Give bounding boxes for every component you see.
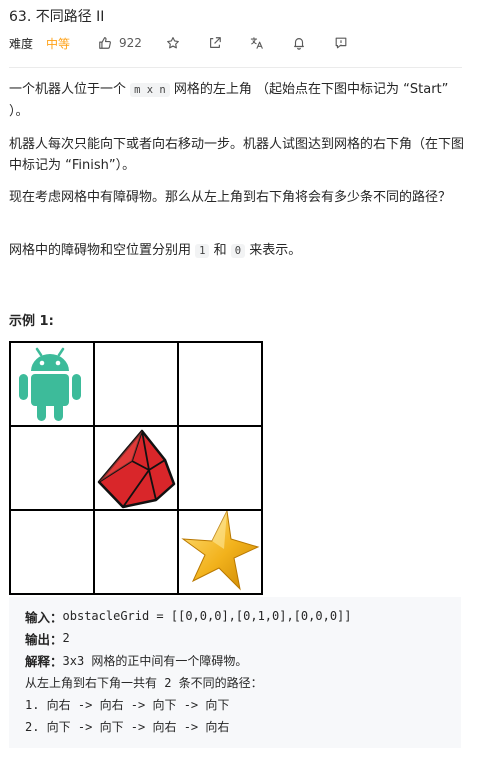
- finish-star-icon: [179, 509, 263, 595]
- input-value: obstacleGrid = [[0,0,0],[0,1,0],[0,0,0]]: [62, 609, 352, 623]
- example-path-2: 2. 向下 -> 向下 -> 向右 -> 向右: [25, 719, 230, 734]
- output-label: 输出：: [25, 631, 63, 647]
- example-output-line: 输出： 2: [25, 628, 70, 648]
- feedback-button[interactable]: [333, 34, 349, 52]
- example-title: 示例 1:: [9, 314, 54, 329]
- description-text: 一个机器人位于一个: [9, 82, 131, 97]
- description-text: 和: [209, 243, 231, 258]
- problem-title: 63. 不同路径 II: [9, 9, 105, 25]
- like-count: 922: [119, 36, 142, 50]
- description-text: 网格中的障碍物和空位置分别用: [9, 243, 196, 258]
- explain-label: 解释：: [25, 653, 63, 669]
- translate-icon: [249, 35, 265, 51]
- example-code-block: 输入： obstacleGrid = [[0,0,0],[0,1,0],[0,0,…: [9, 597, 461, 748]
- input-label: 输入：: [25, 609, 63, 625]
- header-divider: [9, 67, 462, 68]
- translate-button[interactable]: [249, 34, 265, 52]
- example-explain-line: 解释： 3x3 网格的正中间有一个障碍物。: [25, 650, 247, 670]
- thumbs-up-icon: [97, 35, 113, 51]
- inline-code-1: 1: [195, 244, 210, 258]
- output-value: 2: [62, 631, 70, 645]
- inline-code-0: 0: [230, 244, 246, 258]
- description-paragraph-2: 机器人每次只能向下或者向右移动一步。机器人试图达到网格的右下角（在下图中标记为 …: [9, 137, 465, 173]
- like-button[interactable]: 922: [97, 34, 142, 52]
- android-robot-icon: [11, 343, 95, 427]
- obstacle-gem-icon: [95, 427, 179, 511]
- description-paragraph-1: 一个机器人位于一个 m x n 网格的左上角 （起始点在下图中标记为 “Star…: [9, 79, 464, 122]
- description-paragraph-4: 网格中的障碍物和空位置分别用 1 和 0 来表示。: [9, 240, 464, 262]
- description-text: 来表示。: [245, 243, 302, 258]
- share-icon: [207, 35, 223, 51]
- inline-code-mxn: m x n: [130, 83, 170, 97]
- notification-button[interactable]: [291, 34, 307, 52]
- problem-meta-bar: 难度 中等 922: [9, 34, 479, 52]
- example-path-1: 1. 向右 -> 向右 -> 向下 -> 向下: [25, 697, 230, 712]
- difficulty-label: 难度: [9, 36, 34, 51]
- example-text-line: 从左上角到右下角一共有 2 条不同的路径：: [25, 675, 263, 690]
- example-grid-image: [9, 341, 263, 595]
- example-input-line: 输入： obstacleGrid = [[0,0,0],[0,1,0],[0,0,…: [25, 606, 352, 626]
- star-icon: [165, 35, 181, 51]
- difficulty-value: 中等: [46, 36, 71, 51]
- explain-value: 3x3 网格的正中间有一个障碍物。: [62, 653, 248, 668]
- bell-icon: [291, 35, 307, 51]
- feedback-icon: [333, 35, 349, 51]
- description-paragraph-3: 现在考虑网格中有障碍物。那么从左上角到右下角将会有多少条不同的路径？: [9, 190, 452, 205]
- share-button[interactable]: [207, 34, 223, 52]
- favorite-button[interactable]: [165, 34, 181, 52]
